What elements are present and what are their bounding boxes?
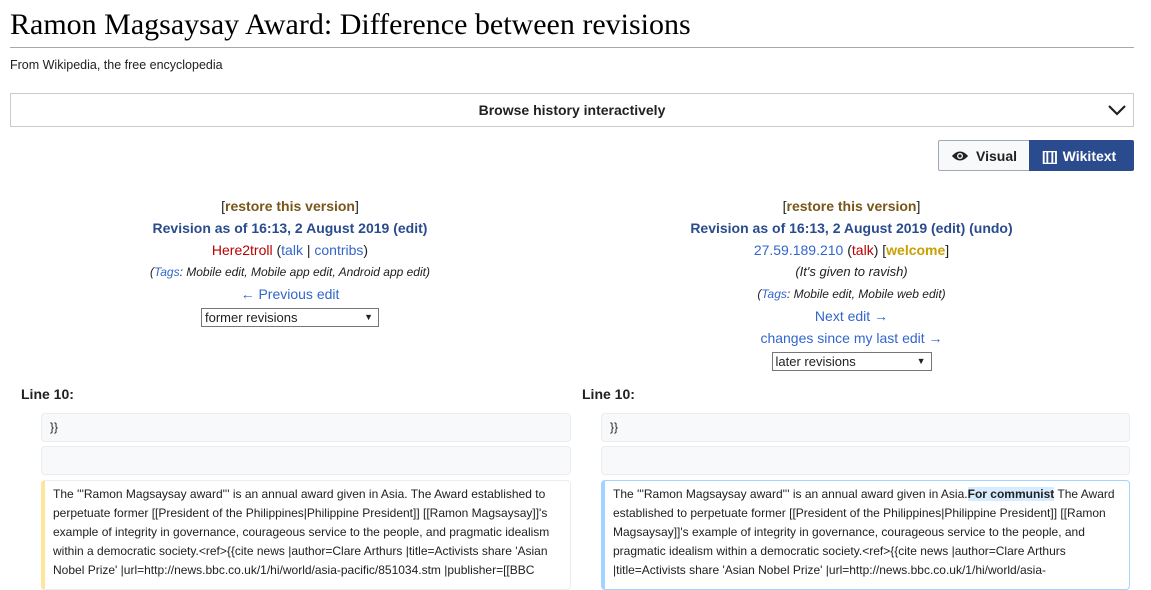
wikitext-diff-button[interactable]: [[]] Wikitext bbox=[1029, 140, 1134, 171]
edit-link-right[interactable]: edit bbox=[936, 220, 961, 236]
dropdown-arrow-icon: ▼ bbox=[916, 355, 926, 366]
added-line: The '''Ramon Magsaysay award''' is an an… bbox=[601, 480, 1130, 590]
tags-link-left[interactable]: Tags bbox=[154, 265, 180, 279]
visual-diff-button[interactable]: Visual bbox=[938, 140, 1029, 171]
edit-link-left[interactable]: edit bbox=[398, 220, 423, 236]
deleted-line: The '''Ramon Magsaysay award''' is an an… bbox=[41, 480, 571, 590]
tags-link-right[interactable]: Tags bbox=[761, 287, 787, 301]
chevron-down-icon bbox=[1108, 105, 1126, 116]
user-link-left[interactable]: Here2troll bbox=[212, 242, 273, 258]
left-revision-header: [restore this version] Revision as of 16… bbox=[150, 198, 430, 327]
line-number-right: Line 10: bbox=[582, 386, 635, 402]
contribs-link-left[interactable]: contribs bbox=[314, 242, 363, 258]
welcome-link[interactable]: welcome bbox=[886, 242, 945, 258]
wikitext-icon: [[]] bbox=[1042, 147, 1058, 164]
wikitext-label: Wikitext bbox=[1062, 147, 1117, 164]
diff-type-toggle: Visual [[]] Wikitext bbox=[938, 140, 1134, 171]
talk-link-right[interactable]: talk bbox=[852, 242, 874, 258]
former-revisions-select[interactable]: former revisions ▼ bbox=[201, 307, 379, 327]
browse-history-toggle[interactable]: Browse history interactively bbox=[10, 93, 1134, 127]
tags-text-right: : Mobile edit, Mobile web edit) bbox=[786, 287, 946, 301]
revision-link-left[interactable]: Revision as of 16:13, 2 August 2019 bbox=[153, 220, 390, 236]
edit-summary: (It's given to ravish) bbox=[795, 264, 908, 279]
tagline: From Wikipedia, the free encyclopedia bbox=[10, 58, 223, 72]
page-title: Ramon Magsaysay Award: Difference betwee… bbox=[10, 8, 691, 41]
eye-icon bbox=[951, 151, 969, 160]
context-line-left: }} bbox=[41, 413, 571, 442]
next-edit-link[interactable]: Next edit → bbox=[815, 308, 888, 324]
user-link-right[interactable]: 27.59.189.210 bbox=[754, 242, 844, 258]
line-number-left: Line 10: bbox=[21, 386, 74, 402]
restore-version-link-right[interactable]: restore this version bbox=[787, 198, 917, 214]
dropdown-arrow-icon: ▼ bbox=[364, 311, 373, 322]
right-revision-header: [restore this version] Revision as of 16… bbox=[570, 195, 1133, 371]
inserted-text-highlight: For communist bbox=[967, 487, 1055, 501]
tags-text-left: : Mobile edit, Mobile app edit, Android … bbox=[179, 265, 430, 279]
context-empty-right bbox=[601, 446, 1130, 475]
restore-version-link-left[interactable]: restore this version bbox=[225, 198, 355, 214]
previous-edit-link[interactable]: ← Previous edit bbox=[241, 286, 340, 302]
later-revisions-select[interactable]: later revisions ▼ bbox=[771, 351, 932, 371]
revision-link-right[interactable]: Revision as of 16:13, 2 August 2019 bbox=[690, 220, 927, 236]
visual-label: Visual bbox=[976, 147, 1017, 164]
changes-since-link[interactable]: changes since my last edit → bbox=[760, 330, 942, 346]
title-divider bbox=[10, 47, 1134, 48]
context-line-right: }} bbox=[601, 413, 1130, 442]
context-empty-left bbox=[41, 446, 571, 475]
undo-link[interactable]: undo bbox=[974, 220, 1008, 236]
browse-history-label: Browse history interactively bbox=[478, 102, 666, 118]
talk-link-left[interactable]: talk bbox=[281, 242, 303, 258]
